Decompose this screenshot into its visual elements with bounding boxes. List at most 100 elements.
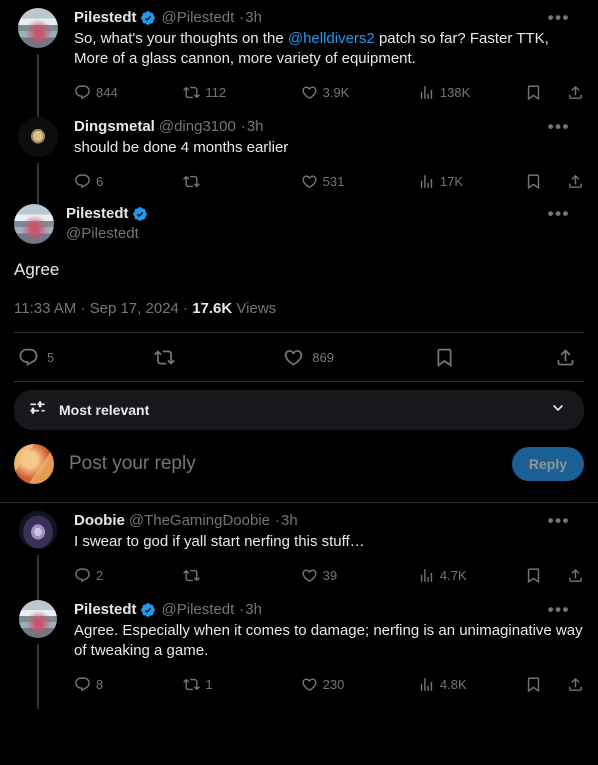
display-name[interactable]: Doobie [74,511,125,531]
avatar-image [14,444,54,484]
thread-post-2[interactable]: Dingsmetal @ding3100 · 3h ••• should be … [0,109,598,206]
display-name[interactable]: Pilestedt [66,204,129,224]
thread-connector-line [37,555,39,600]
post-action-bar: 8 1 230 4.8K [74,671,584,697]
mention-link[interactable]: @helldivers2 [288,30,375,47]
bookmark-action[interactable] [525,676,567,693]
avatar[interactable] [19,511,57,549]
post-action-bar: 6 531 17K [74,168,584,194]
more-options-button[interactable]: ••• [548,205,570,222]
handle[interactable]: @TheGamingDoobie [129,511,270,531]
repost-action[interactable] [183,567,300,584]
display-name[interactable]: Pilestedt [74,600,137,620]
like-action[interactable]: 869 [283,347,334,368]
share-action[interactable] [567,676,584,693]
handle[interactable]: @Pilestedt [162,600,235,620]
separator-dot: · [239,9,245,26]
reply-count: 6 [96,173,104,189]
thread-post-1[interactable]: Pilestedt @Pilestedt · 3h ••• So, what's… [0,0,598,117]
handle[interactable]: @Pilestedt [162,8,235,28]
views-count: 4.8K [439,676,467,692]
views-label[interactable]: Views [236,300,276,317]
avatar-image [19,600,57,638]
avatar[interactable] [18,117,58,157]
timestamp[interactable]: 3h [247,117,264,137]
post-text: Agree. Especially when it comes to damag… [74,622,587,659]
repost-count: 112 [205,84,227,100]
avatar-column [14,511,62,600]
chevron-down-icon[interactable] [548,398,568,423]
avatar[interactable] [19,600,57,638]
views-action[interactable]: 17K [418,173,525,190]
bookmark-action[interactable] [525,173,567,190]
reply-action[interactable]: 8 [74,676,183,693]
post-header: Dingsmetal @ding3100 · 3h ••• [74,117,584,137]
timestamp[interactable]: 3h [245,8,262,28]
more-options-button[interactable]: ••• [548,9,570,26]
bookmark-action[interactable] [434,347,455,368]
sort-label: Most relevant [59,402,150,418]
reply-action[interactable]: 844 [74,84,183,101]
like-count: 39 [322,567,338,583]
share-action[interactable] [567,567,584,584]
reply-action[interactable]: 6 [74,173,183,190]
like-action[interactable]: 531 [301,173,418,190]
reply-action[interactable]: 5 [18,347,54,368]
like-count: 531 [322,173,345,189]
repost-action[interactable]: 1 [183,676,300,693]
post-action-bar: 844 112 3.9K 138K [74,79,584,105]
bookmark-action[interactable] [525,84,567,101]
bookmark-action[interactable] [525,567,567,584]
reply-composer[interactable]: Post your reply Reply [0,430,598,502]
post-header: Pilestedt @Pilestedt · 3h ••• [74,8,584,28]
more-options-button[interactable]: ••• [548,118,570,135]
meta-separator-1: · [80,300,86,317]
post-body: Pilestedt @Pilestedt · 3h ••• So, what's… [62,8,584,109]
views-action[interactable]: 4.8K [418,676,525,693]
like-action[interactable]: 230 [301,676,418,693]
focused-post-text: Agree [14,260,60,279]
display-name[interactable]: Pilestedt [74,8,137,28]
views-action[interactable]: 4.7K [418,567,525,584]
reply-input[interactable]: Post your reply [54,453,512,475]
avatar-column [14,8,62,117]
more-options-button[interactable]: ••• [548,601,570,618]
display-name[interactable]: Dingsmetal [74,117,155,137]
reply-count: 2 [96,567,104,583]
like-action[interactable]: 3.9K [301,84,418,101]
views-count: 17K [439,173,464,189]
avatar[interactable] [14,204,54,244]
reply-count: 844 [96,84,118,100]
focused-post: Pilestedt @Pilestedt ••• Agree 11:33 AM … [0,198,598,382]
reply-post-1[interactable]: Doobie @TheGamingDoobie · 3h ••• I swear… [0,503,598,600]
reply-button[interactable]: Reply [511,447,584,481]
post-body: Dingsmetal @ding3100 · 3h ••• should be … [62,117,584,198]
avatar[interactable] [18,8,58,48]
reply-post-2[interactable]: Pilestedt @Pilestedt · 3h ••• Agree. Esp… [0,592,598,709]
timestamp[interactable]: 3h [245,600,262,620]
display-name-line: Pilestedt [66,204,150,224]
focused-post-meta: 11:33 AM · Sep 17, 2024 · 17.6K Views [14,299,584,319]
repost-action[interactable] [183,173,300,190]
sort-dropdown[interactable]: Most relevant [14,390,584,430]
share-action[interactable] [567,84,584,101]
handle[interactable]: @ding3100 [159,117,236,137]
more-options-button[interactable]: ••• [548,512,570,529]
like-count: 3.9K [322,84,350,100]
repost-action[interactable]: 112 [183,84,300,101]
like-count: 869 [312,349,334,365]
handle[interactable]: @Pilestedt [66,224,150,244]
share-action[interactable] [567,173,584,190]
separator-dot: · [274,512,280,529]
post-time: 11:33 AM [14,300,77,317]
share-action[interactable] [555,347,576,368]
avatar-image [19,511,57,549]
views-action[interactable]: 138K [418,84,525,101]
like-action[interactable]: 39 [301,567,418,584]
current-user-avatar[interactable] [14,444,54,484]
post-header: Pilestedt @Pilestedt · 3h ••• [74,600,584,620]
avatar-image [14,204,54,244]
timestamp[interactable]: 3h [281,511,298,531]
reply-action[interactable]: 2 [74,567,183,584]
repost-action[interactable] [154,347,183,368]
